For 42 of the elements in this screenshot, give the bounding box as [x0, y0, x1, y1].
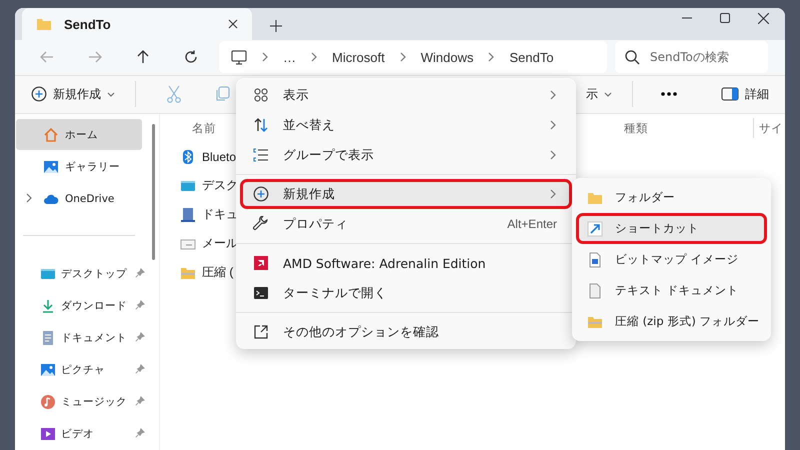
sidebar-item[interactable]: ビデオ — [16, 418, 147, 449]
menu-item[interactable]: ターミナルで開く — [240, 278, 572, 308]
menu-item[interactable]: 並べ替え — [240, 110, 572, 140]
column-header[interactable]: 名前 — [192, 120, 216, 136]
menu-item[interactable]: 圧縮 (zip 形式) フォルダー — [576, 306, 767, 337]
menu-item[interactable]: 新規作成 — [240, 179, 572, 209]
menu-item[interactable]: ビットマップ イメージ — [576, 244, 767, 275]
breadcrumb-item[interactable]: SendTo — [509, 50, 554, 65]
sidebar-item[interactable]: ギャラリー — [16, 151, 142, 182]
column-header[interactable]: サイ — [759, 120, 783, 136]
breadcrumb-item[interactable]: Windows — [420, 50, 474, 65]
file-name[interactable]: ドキュ — [202, 206, 238, 223]
sidebar-item[interactable]: ミュージック — [16, 386, 147, 417]
search-field[interactable]: SendToの検索 — [615, 41, 768, 74]
sidebar-item[interactable]: ピクチャ — [16, 354, 147, 385]
breadcrumb-item[interactable]: Microsoft — [332, 50, 385, 65]
breadcrumb-item[interactable]: … — [283, 50, 296, 65]
menu-item[interactable]: テキスト ドキュメント — [576, 275, 767, 306]
new-button[interactable]: 新規作成 — [25, 82, 121, 107]
menu-item[interactable]: AMD Software: Adrenalin Edition — [240, 248, 572, 278]
details-button[interactable]: 詳細 — [715, 82, 775, 107]
file-name[interactable]: 圧縮 ( — [202, 264, 234, 281]
menu-item[interactable]: グループで表示 — [240, 140, 572, 170]
file-name[interactable]: Blueto — [202, 150, 236, 164]
menu-item[interactable]: その他のオプションを確認 — [240, 317, 572, 347]
sidebar-item[interactable]: ドキュメント — [16, 322, 147, 353]
sidebar-item[interactable]: ホーム — [16, 119, 142, 150]
shortcut-label: Alt+Enter — [507, 217, 557, 231]
sidebar-item[interactable]: ダウンロード — [16, 290, 147, 321]
menu-item[interactable]: フォルダー — [576, 182, 767, 213]
menu-item[interactable]: ショートカット — [576, 213, 767, 244]
address-bar[interactable]: … Microsoft Windows SendTo — [219, 41, 607, 74]
menu-item[interactable]: プロパティ Alt+Enter — [240, 209, 572, 239]
search-placeholder: SendToの検索 — [650, 48, 729, 66]
file-name[interactable]: デスク — [202, 177, 238, 194]
tab-title: SendTo — [64, 16, 112, 32]
menu-item[interactable]: 表示 — [240, 80, 572, 110]
sidebar-item[interactable]: OneDrive — [16, 183, 142, 214]
sidebar-item[interactable]: デスクトップ — [16, 258, 147, 289]
view-button[interactable]: 示 — [580, 82, 618, 107]
column-header[interactable]: 種類 — [624, 120, 648, 136]
window-tab[interactable]: SendTo — [22, 8, 252, 40]
